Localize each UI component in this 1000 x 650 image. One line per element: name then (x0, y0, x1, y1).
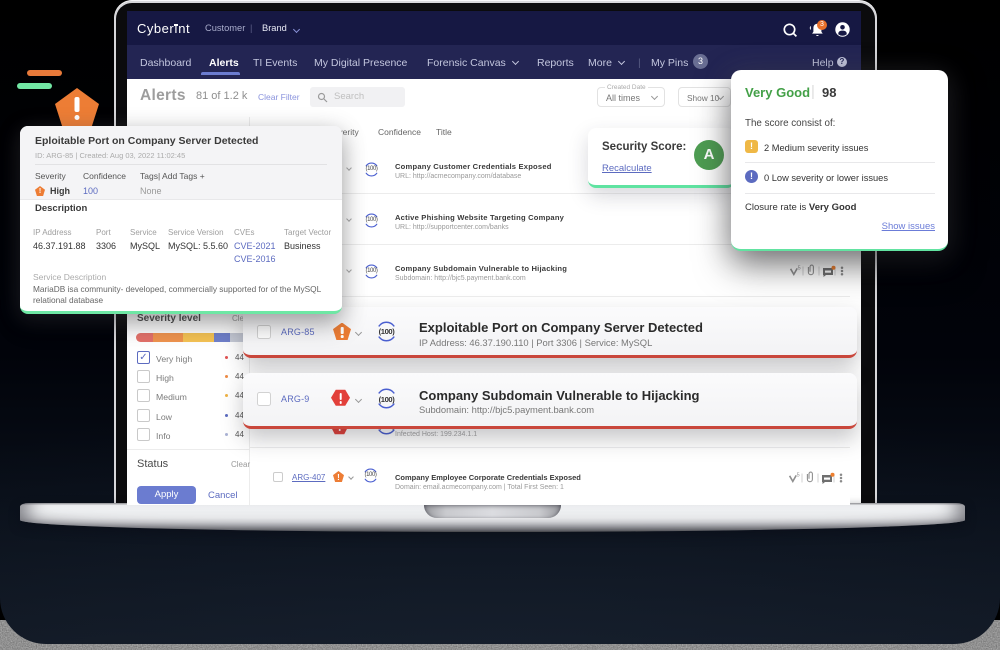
svg-text:5: 5 (797, 473, 800, 479)
svg-text:5: 5 (798, 266, 801, 272)
